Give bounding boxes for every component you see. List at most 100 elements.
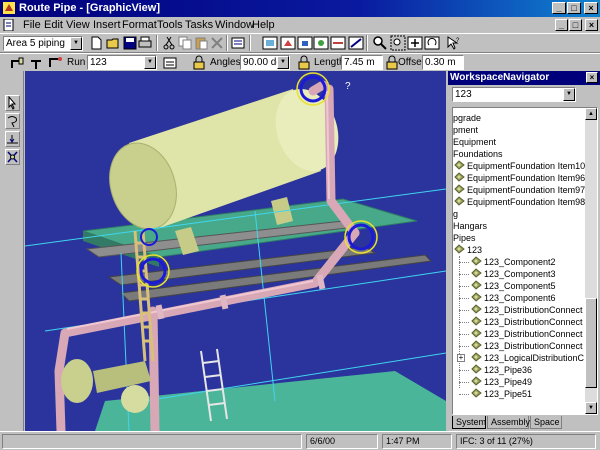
scroll-thumb[interactable] [585, 298, 597, 388]
menu-tools[interactable]: Tools [157, 19, 183, 31]
tree-item[interactable]: 123_Component6 [459, 292, 556, 304]
tree-item[interactable]: 123_DistributionConnect [459, 328, 583, 340]
measure-icon[interactable] [5, 131, 20, 147]
tree-item[interactable]: 123_DistributionConnect [459, 340, 583, 352]
connect-icon[interactable] [5, 149, 20, 165]
route-branch-icon[interactable] [29, 55, 45, 71]
menu-edit[interactable]: Edit [44, 19, 63, 31]
delete-icon[interactable] [209, 35, 225, 51]
rotate-icon[interactable] [424, 35, 440, 51]
maximize-button[interactable]: □ [567, 2, 581, 14]
tree-item[interactable]: 123_Component2 [459, 256, 556, 268]
navigator-tree[interactable]: 123_Pipe51 123_Pipe49 123_Pipe36 +123_Logic… [452, 107, 598, 415]
properties-icon[interactable] [230, 35, 246, 51]
tree-item[interactable]: EquipmentFoundation Item97 [454, 184, 585, 196]
print-icon[interactable] [137, 35, 153, 51]
menu-file[interactable]: File [23, 19, 41, 31]
run-properties-icon[interactable] [162, 55, 178, 71]
open-icon[interactable] [106, 35, 122, 51]
scroll-up-icon[interactable]: ▲ [585, 108, 597, 120]
chevron-down-icon[interactable]: ▼ [144, 56, 156, 69]
tree-item[interactable]: 123_Pipe51 [459, 388, 532, 400]
navigator-close-button[interactable]: × [586, 72, 598, 83]
tree-item[interactable]: 123_Component5 [459, 280, 556, 292]
tree-connector [459, 394, 469, 395]
graphic-view[interactable]: ? [25, 71, 446, 431]
tree-item[interactable]: 123_DistributionConnect [459, 304, 583, 316]
view-iso-icon[interactable] [280, 35, 296, 51]
view-top-icon[interactable] [313, 35, 329, 51]
mdi-restore-button[interactable]: □ [569, 19, 582, 31]
lasso-select-icon[interactable] [5, 113, 20, 129]
zoom-area-icon[interactable] [390, 35, 406, 51]
tab-assembly[interactable]: Assembly [487, 416, 530, 429]
menu-window[interactable]: Window [215, 19, 254, 31]
document-icon[interactable] [3, 19, 14, 31]
tree-item[interactable]: pment [453, 124, 478, 136]
paste-icon[interactable] [193, 35, 209, 51]
minimize-button[interactable]: _ [552, 2, 566, 14]
tree-item[interactable]: 123 [454, 244, 482, 256]
chevron-down-icon[interactable]: ▼ [563, 88, 575, 101]
tree-item[interactable]: pgrade [453, 112, 481, 124]
view-side-icon[interactable] [330, 35, 346, 51]
chevron-down-icon[interactable]: ▼ [70, 37, 82, 50]
tree-item[interactable]: 123_Component3 [459, 268, 556, 280]
new-icon[interactable] [88, 35, 104, 51]
tree-item-label: EquipmentFoundation Item98 [467, 197, 586, 207]
model-view-canvas[interactable]: ? [25, 71, 446, 431]
tree-item-label: 123_Pipe36 [484, 365, 533, 375]
offset-field[interactable]: 0.30 m [422, 55, 464, 70]
tree-item[interactable]: Hangars [453, 220, 487, 232]
route-start-icon[interactable] [9, 55, 25, 71]
mdi-minimize-button[interactable]: _ [555, 19, 568, 31]
length-field[interactable]: 7.45 m [341, 55, 383, 70]
tree-item[interactable]: EquipmentFoundation Item96 [454, 172, 585, 184]
tree-connector [459, 310, 469, 311]
lock-icon[interactable] [296, 55, 312, 71]
select-arrow-icon[interactable] [5, 95, 20, 111]
tree-item[interactable]: EquipmentFoundation Item10 [454, 160, 585, 172]
mdi-close-button[interactable]: × [585, 19, 598, 31]
pan-icon[interactable] [407, 35, 423, 51]
tree-item[interactable]: 123_DistributionConnect [459, 316, 583, 328]
lock-icon[interactable] [191, 55, 207, 71]
tab-system[interactable]: System [452, 416, 486, 429]
tree-scrollbar[interactable]: ▲ ▼ [585, 108, 597, 414]
help-pointer-icon[interactable]: ? [445, 35, 461, 51]
tree-item[interactable]: 123_Pipe49 [459, 376, 532, 388]
pump-housing[interactable] [121, 385, 149, 413]
tree-item[interactable]: EquipmentFoundation Item98 [454, 196, 585, 208]
close-button[interactable]: × [584, 2, 598, 14]
filter-select[interactable]: Area 5 piping ▼ [3, 36, 83, 51]
view-fit-icon[interactable] [262, 35, 278, 51]
scroll-down-icon[interactable]: ▼ [585, 402, 597, 414]
menu-view[interactable]: View [66, 19, 90, 31]
chevron-down-icon[interactable]: ▼ [277, 56, 289, 69]
menu-tasks[interactable]: Tasks [185, 19, 213, 31]
tree-item[interactable]: 123_Pipe36 [459, 364, 533, 376]
navigator-select[interactable]: 123 ▼ [452, 87, 576, 102]
component-icon [471, 256, 482, 266]
menu-bar: File Edit View Insert Format Tools Tasks… [0, 17, 600, 33]
tree-item[interactable]: Pipes [453, 232, 476, 244]
route-insert-icon[interactable] [47, 55, 63, 71]
view-section-icon[interactable] [348, 35, 364, 51]
tab-space[interactable]: Space [530, 416, 562, 429]
zoom-icon[interactable] [372, 35, 388, 51]
tree-expander-icon[interactable]: + [457, 354, 465, 362]
save-icon[interactable] [122, 35, 138, 51]
tree-item[interactable]: g [453, 208, 458, 220]
tree-item[interactable]: Foundations [453, 148, 503, 160]
view-front-icon[interactable] [297, 35, 313, 51]
menu-format[interactable]: Format [122, 19, 157, 31]
copy-icon[interactable] [177, 35, 193, 51]
cut-icon[interactable] [161, 35, 177, 51]
menu-insert[interactable]: Insert [93, 19, 121, 31]
tree-item[interactable]: +123_LogicalDistributionC [457, 352, 584, 364]
run-select[interactable]: 123 ▼ [87, 55, 157, 70]
menu-help[interactable]: Help [252, 19, 275, 31]
tree-item[interactable]: Equipment [453, 136, 496, 148]
angles-select[interactable]: 90.00 de ▼ [240, 55, 290, 70]
pump[interactable] [61, 359, 93, 403]
